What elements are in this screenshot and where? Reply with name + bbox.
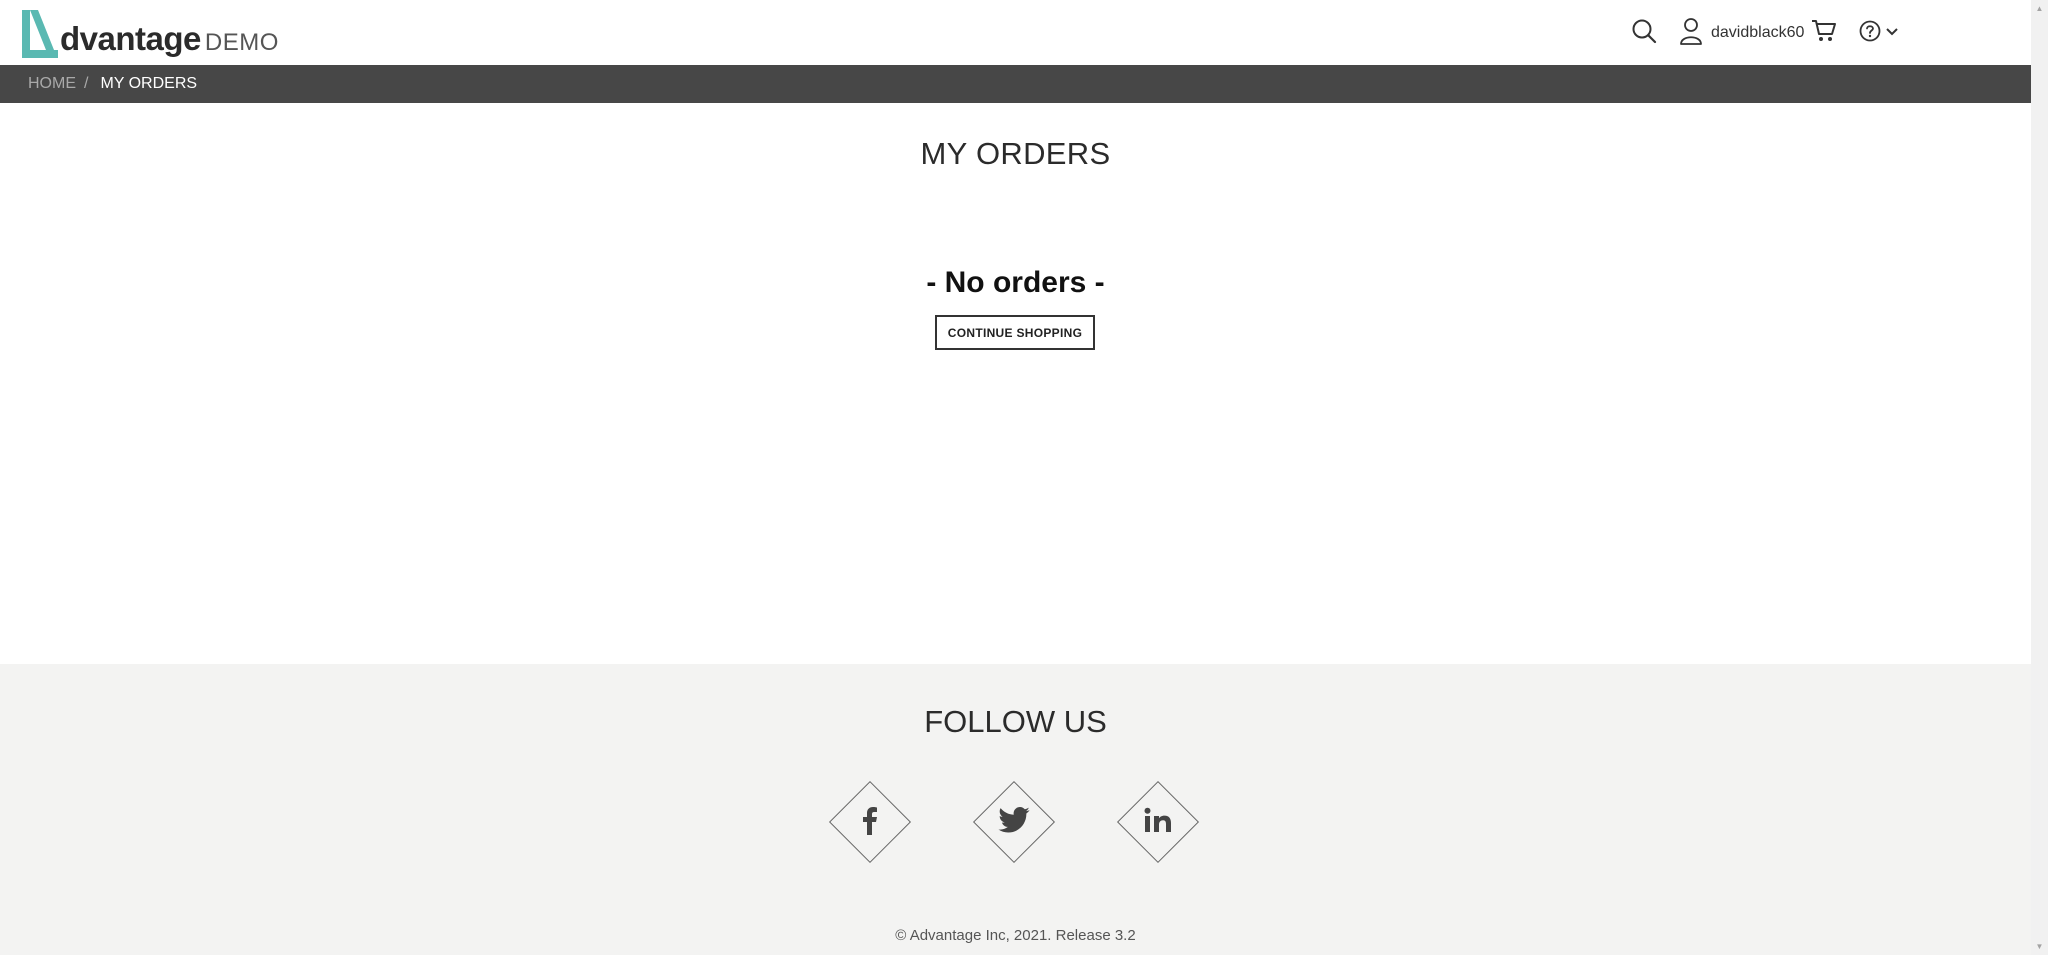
user-icon [1679,17,1703,50]
follow-us-heading: FOLLOW US [924,704,1107,739]
twitter-link[interactable] [972,780,1056,864]
username-label: davidblack60 [1711,24,1805,41]
chevron-down-icon [1885,24,1899,42]
logo-demo: DEMO [204,29,279,56]
facebook-icon [862,805,878,840]
linkedin-link[interactable] [1116,780,1200,864]
user-menu-button[interactable]: davidblack60 [1679,17,1805,50]
header-actions: davidblack60 [1631,0,2031,65]
twitter-icon [998,806,1030,838]
cart-button[interactable] [1811,18,1837,48]
vertical-scrollbar[interactable]: ▲ ▼ [2031,0,2048,955]
facebook-link[interactable] [828,780,912,864]
logo-word: dvantage [60,20,201,57]
search-icon [1631,18,1657,49]
scroll-down-arrow-icon[interactable]: ▼ [2031,938,2048,955]
breadcrumb-home-link[interactable]: HOME [28,75,76,93]
page-title: MY ORDERS [920,136,1111,171]
cart-icon [1811,18,1837,49]
advantage-logo[interactable]: dvantage DEMO [22,8,279,58]
search-button[interactable] [1631,18,1657,48]
logo-mark-icon [22,10,58,58]
help-menu-button[interactable] [1859,18,1899,48]
continue-shopping-button[interactable]: CONTINUE SHOPPING [935,315,1095,350]
breadcrumb: HOME / MY ORDERS [28,65,197,103]
no-orders-message: - No orders - [926,266,1105,299]
page: dvantage DEMO davidblack60 HOME / MY ORD… [0,0,2031,955]
copyright-text: © Advantage Inc, 2021. Release 3.2 [895,927,1136,944]
top-navigation: dvantage DEMO davidblack60 [0,0,2031,65]
scroll-up-arrow-icon[interactable]: ▲ [2031,0,2048,17]
help-icon [1859,20,1881,47]
linkedin-icon [1144,807,1172,838]
breadcrumb-current: MY ORDERS [100,75,198,92]
footer: FOLLOW US © Advantage Inc, 2021. Release… [0,664,2031,955]
breadcrumb-separator: / [84,75,89,92]
breadcrumb-bar: HOME / MY ORDERS [0,65,2031,103]
